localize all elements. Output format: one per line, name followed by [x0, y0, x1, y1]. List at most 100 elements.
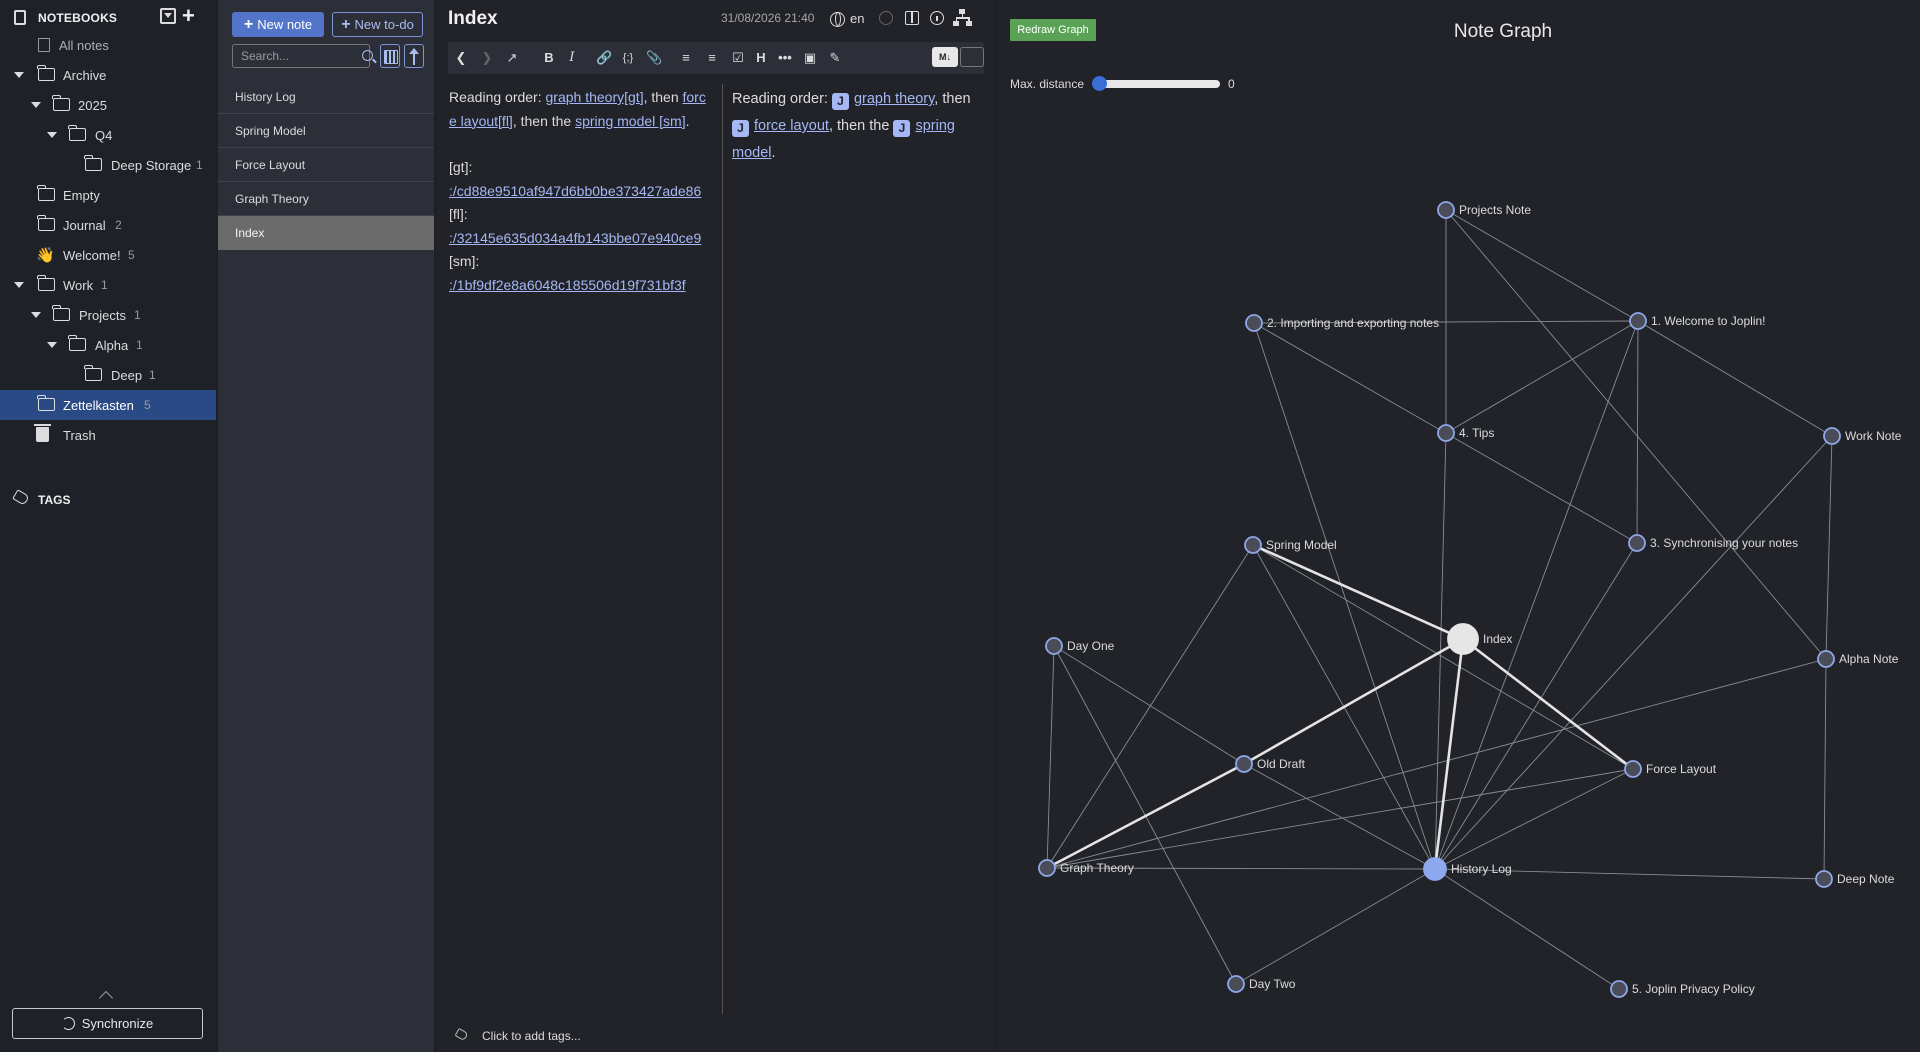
graph-node-circle[interactable]: [1437, 424, 1455, 442]
graph-node-importing[interactable]: 2. Importing and exporting notes: [1245, 314, 1439, 332]
sidebar-item-all-notes[interactable]: All notes: [0, 30, 216, 60]
graph-node-welcome[interactable]: 1. Welcome to Joplin!: [1629, 312, 1766, 330]
preview-link-graph-theory[interactable]: graph theory: [854, 91, 934, 107]
graph-node-history[interactable]: History Log: [1423, 857, 1512, 881]
graph-node-privacy[interactable]: 5. Joplin Privacy Policy: [1610, 980, 1755, 998]
add-tags-prompt[interactable]: Click to add tags...: [482, 1029, 581, 1043]
graph-node-circle[interactable]: [1815, 870, 1833, 888]
bold-icon[interactable]: B: [542, 49, 556, 67]
markdown-mode-icon[interactable]: M↓: [932, 47, 958, 67]
list-item[interactable]: Graph Theory: [218, 182, 434, 216]
new-todo-button[interactable]: + New to-do: [332, 12, 423, 37]
chevron-up-icon[interactable]: [98, 990, 114, 1006]
toggle-layout-icon[interactable]: [905, 11, 919, 25]
graph-node-circle[interactable]: [1437, 201, 1455, 219]
chevron-down-icon[interactable]: [14, 282, 24, 288]
md-ref-url[interactable]: :/1bf9df2e8a6048c185506d19f731bf3f: [449, 277, 686, 293]
sidebar-item-deep-storage[interactable]: Deep Storage 1: [0, 150, 216, 180]
chevron-down-icon[interactable]: [31, 312, 41, 318]
list-item[interactable]: Force Layout: [218, 148, 434, 182]
insert-date-icon[interactable]: ▣: [802, 49, 818, 67]
sidebar-item-welcome[interactable]: 👋 Welcome! 5: [0, 240, 216, 270]
graph-node-circle[interactable]: [1423, 857, 1447, 881]
sidebar-item-projects[interactable]: Projects 1: [0, 300, 216, 330]
sidebar-item-deep[interactable]: Deep 1: [0, 360, 216, 390]
checklist-icon[interactable]: ☑: [730, 49, 746, 67]
markdown-editor[interactable]: Reading order: graph theory[gt], then fo…: [436, 86, 722, 1016]
heading-icon[interactable]: H: [754, 49, 768, 67]
globe-icon[interactable]: [830, 12, 845, 27]
md-link-spring-model[interactable]: spring model [sm]: [575, 113, 685, 129]
graph-node-circle[interactable]: [1817, 650, 1835, 668]
editor-mode-toggle[interactable]: M↓: [932, 47, 984, 69]
graph-node-daytwo[interactable]: Day Two: [1227, 975, 1296, 993]
chevron-down-icon[interactable]: [31, 102, 41, 108]
graph-node-circle[interactable]: [1038, 859, 1056, 877]
graph-canvas[interactable]: Projects Note 2. Importing and exporting …: [996, 0, 1920, 1052]
back-icon[interactable]: ❮: [454, 49, 468, 67]
sort-direction-button[interactable]: [404, 44, 424, 68]
graph-node-olddraft[interactable]: Old Draft: [1235, 755, 1306, 773]
graph-node-dayone[interactable]: Day One: [1045, 637, 1115, 655]
sidebar-item-journal[interactable]: Journal 2: [0, 210, 216, 240]
sidebar-item-empty[interactable]: Empty: [0, 180, 216, 210]
graph-node-circle[interactable]: [1244, 536, 1262, 554]
numbered-list-icon[interactable]: ≡: [704, 49, 720, 67]
info-icon[interactable]: [930, 11, 944, 25]
tag-bar[interactable]: Click to add tags...: [436, 1018, 994, 1052]
sidebar-item-alpha[interactable]: Alpha 1: [0, 330, 216, 360]
graph-node-circle[interactable]: [1447, 623, 1479, 655]
collapse-all-button[interactable]: [160, 8, 176, 24]
search-icon[interactable]: [362, 50, 373, 61]
graph-node-projects[interactable]: Projects Note: [1437, 201, 1531, 219]
md-ref-url[interactable]: :/cd88e9510af947d6bb0be373427ade86: [449, 183, 701, 199]
alarm-icon[interactable]: [879, 11, 893, 25]
pane-divider[interactable]: [722, 84, 723, 1014]
graph-node-circle[interactable]: [1629, 312, 1647, 330]
list-item[interactable]: Spring Model: [218, 114, 434, 148]
spellcheck-language[interactable]: en: [850, 11, 864, 26]
graph-node-circle[interactable]: [1628, 534, 1646, 552]
sidebar-item-q4[interactable]: Q4: [0, 120, 216, 150]
sidebar-item-work[interactable]: Work 1: [0, 270, 216, 300]
sidebar-item-trash[interactable]: Trash: [0, 420, 216, 450]
graph-node-alpha[interactable]: Alpha Note: [1817, 650, 1899, 668]
graph-node-graphtheory[interactable]: Graph Theory: [1038, 859, 1134, 877]
graph-node-index[interactable]: Index: [1447, 623, 1512, 655]
sort-by-date-button[interactable]: [380, 44, 400, 68]
preview-link-force-layout[interactable]: force layout: [754, 118, 829, 134]
link-icon[interactable]: 🔗: [596, 49, 612, 67]
graph-icon[interactable]: [953, 9, 972, 26]
graph-node-circle[interactable]: [1045, 637, 1063, 655]
synchronize-button[interactable]: Synchronize: [12, 1008, 203, 1039]
graph-node-circle[interactable]: [1235, 755, 1253, 773]
horizontal-rule-icon[interactable]: •••: [776, 49, 794, 67]
graph-node-deepnote[interactable]: Deep Note: [1815, 870, 1895, 888]
md-ref-url[interactable]: :/32145e635d034a4fb143bbe07e940ce9: [449, 230, 701, 246]
add-notebook-button[interactable]: +: [182, 5, 195, 27]
note-title[interactable]: Index: [448, 8, 498, 30]
forward-icon[interactable]: ❯: [480, 49, 494, 67]
sidebar-item-archive[interactable]: Archive: [0, 60, 216, 90]
code-icon[interactable]: {;}: [620, 49, 636, 67]
graph-node-spring[interactable]: Spring Model: [1244, 536, 1337, 554]
list-item[interactable]: Index: [218, 216, 434, 250]
external-edit-icon[interactable]: ↗: [504, 49, 520, 67]
new-note-button[interactable]: + New note: [232, 12, 324, 37]
graph-node-circle[interactable]: [1624, 760, 1642, 778]
bullet-list-icon[interactable]: ≡: [678, 49, 694, 67]
sidebar-item-zettelkasten[interactable]: Zettelkasten 5: [0, 390, 216, 420]
graph-node-circle[interactable]: [1610, 980, 1628, 998]
list-item[interactable]: History Log: [218, 80, 434, 114]
rich-text-mode-icon[interactable]: [960, 47, 984, 67]
graph-node-circle[interactable]: [1227, 975, 1245, 993]
graph-node-circle[interactable]: [1245, 314, 1263, 332]
chevron-down-icon[interactable]: [47, 342, 57, 348]
md-link-graph-theory[interactable]: graph theory[gt]: [546, 89, 644, 105]
graph-node-sync[interactable]: 3. Synchronising your notes: [1628, 534, 1798, 552]
graph-node-force[interactable]: Force Layout: [1624, 760, 1717, 778]
attachment-icon[interactable]: 📎: [646, 49, 662, 67]
chevron-down-icon[interactable]: [14, 72, 24, 78]
graph-node-tips[interactable]: 4. Tips: [1437, 424, 1494, 442]
search-input[interactable]: Search...: [232, 44, 373, 68]
